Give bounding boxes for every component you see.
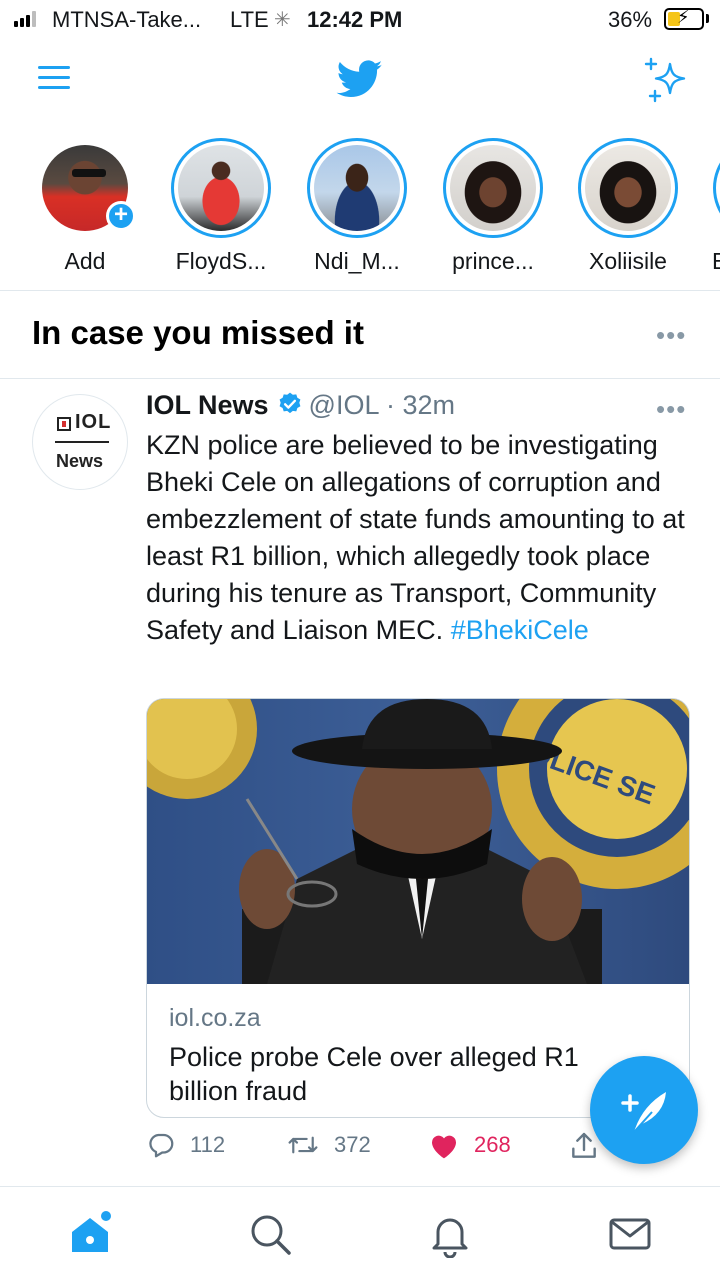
- compose-tweet-button[interactable]: [590, 1056, 698, 1164]
- tweet-handle[interactable]: @IOL: [309, 390, 379, 420]
- signal-strength-icon: [14, 11, 36, 27]
- carrier-name: MTNSA-Take...: [52, 7, 202, 32]
- fleet-name: E: [712, 248, 720, 274]
- retweet-count: 372: [334, 1132, 371, 1157]
- bottom-tab-bar: [0, 1188, 720, 1280]
- card-image: OLICE SE: [147, 699, 689, 984]
- section-title: In case you missed it: [32, 314, 364, 351]
- like-button[interactable]: 268: [428, 1130, 511, 1160]
- tweet-header: IOL News @IOL · 32m: [146, 390, 455, 421]
- battery-cap: [706, 14, 709, 23]
- tweet-body: KZN police are believed to be investigat…: [146, 430, 685, 645]
- fleet-xoliisile[interactable]: Xoliisile: [563, 138, 693, 275]
- fleet-name: prince...: [452, 248, 534, 274]
- retweet-icon: [288, 1136, 318, 1154]
- like-count: 268: [474, 1132, 511, 1157]
- fleet-ndi-m[interactable]: Ndi_M...: [292, 138, 422, 275]
- fleets-row: + Add FloydS... Ndi_M... prince... Xolii…: [0, 130, 720, 290]
- avatar-ring: [443, 138, 543, 238]
- messages-icon[interactable]: [606, 1210, 654, 1258]
- fleet-floyds[interactable]: FloydS...: [156, 138, 286, 275]
- twitter-bird-icon[interactable]: [334, 56, 386, 102]
- compose-feather-icon: [621, 1092, 666, 1133]
- divider: [0, 1186, 720, 1187]
- avatar-ring: [307, 138, 407, 238]
- divider: [0, 378, 720, 379]
- fleet-name: Add: [64, 248, 106, 274]
- reply-icon: [149, 1133, 174, 1158]
- avatar-ring: +: [35, 138, 136, 238]
- avatar: [585, 145, 671, 231]
- tweet-author-name[interactable]: IOL News: [146, 390, 269, 420]
- retweet-button[interactable]: 372: [286, 1130, 371, 1160]
- avatar: [314, 145, 400, 231]
- tweet-avatar[interactable]: IOL News: [32, 394, 128, 490]
- avatar-ring: [578, 138, 678, 238]
- fleet-prince[interactable]: prince...: [428, 138, 558, 275]
- heart-icon: [432, 1135, 456, 1159]
- tweet-separator: ·: [386, 390, 395, 420]
- fleet-name: FloydS...: [175, 248, 267, 274]
- search-icon[interactable]: [246, 1210, 294, 1258]
- status-time: 12:42 PM: [307, 7, 403, 32]
- avatar: [178, 145, 264, 231]
- battery-icon: ⚡: [664, 7, 704, 30]
- top-navigation-bar: [0, 40, 720, 120]
- network-type: LTE: [230, 7, 269, 32]
- status-bar: MTNSA-Take... LTE ✳ 12:42 PM 36% ⚡: [0, 0, 720, 40]
- battery-percentage: 36%: [608, 7, 653, 32]
- iol-logo-subtext: News: [56, 451, 104, 471]
- avatar-ring: [171, 138, 271, 238]
- card-domain: iol.co.za: [169, 1004, 261, 1032]
- fleet-name: Xoliisile: [589, 248, 667, 274]
- verified-badge-icon: [279, 392, 300, 414]
- reply-count: 112: [190, 1132, 226, 1157]
- activity-spinner-icon: ✳: [274, 9, 291, 31]
- reply-button[interactable]: 112: [146, 1130, 225, 1160]
- fleet-name: Ndi_M...: [314, 248, 400, 274]
- hamburger-menu-icon[interactable]: [38, 64, 70, 92]
- iol-logo-text: IOL: [75, 411, 112, 433]
- sparkle-icon[interactable]: [642, 56, 690, 104]
- fleet-add[interactable]: + Add: [20, 138, 150, 275]
- tweet-text: KZN police are believed to be investigat…: [146, 427, 702, 649]
- home-icon[interactable]: [66, 1210, 114, 1258]
- add-fleet-plus-icon[interactable]: +: [106, 201, 136, 231]
- tweet-timestamp: 32m: [402, 390, 456, 420]
- fleet-partial[interactable]: E: [698, 138, 720, 275]
- notifications-icon[interactable]: [426, 1210, 474, 1258]
- tweet-hashtag-link[interactable]: #BhekiCele: [451, 615, 589, 645]
- avatar: [450, 145, 536, 231]
- avatar-ring: [713, 138, 720, 238]
- divider: [0, 290, 720, 291]
- tweet-more-icon[interactable]: •••: [656, 394, 686, 425]
- card-title: Police probe Cele over alleged R1 billio…: [169, 1042, 579, 1106]
- section-more-icon[interactable]: •••: [656, 320, 686, 351]
- link-preview-card[interactable]: OLICE SE iol.co.za Police probe Cele ove…: [146, 698, 690, 1118]
